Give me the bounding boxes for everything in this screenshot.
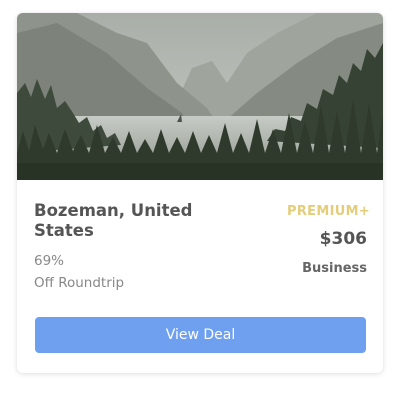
tier-badge: PREMIUM+ <box>287 204 370 219</box>
view-deal-button[interactable]: View Deal <box>35 317 366 353</box>
price: $306 <box>319 229 367 249</box>
destination-name: Bozeman, United States <box>34 201 193 240</box>
deal-card[interactable]: Bozeman, United States 69% Off Roundtrip… <box>17 13 383 373</box>
cabin-class: Business <box>302 261 367 276</box>
destination-photo <box>17 13 383 180</box>
discount-percent: 69% <box>34 253 65 269</box>
trip-type: Off Roundtrip <box>34 275 125 291</box>
